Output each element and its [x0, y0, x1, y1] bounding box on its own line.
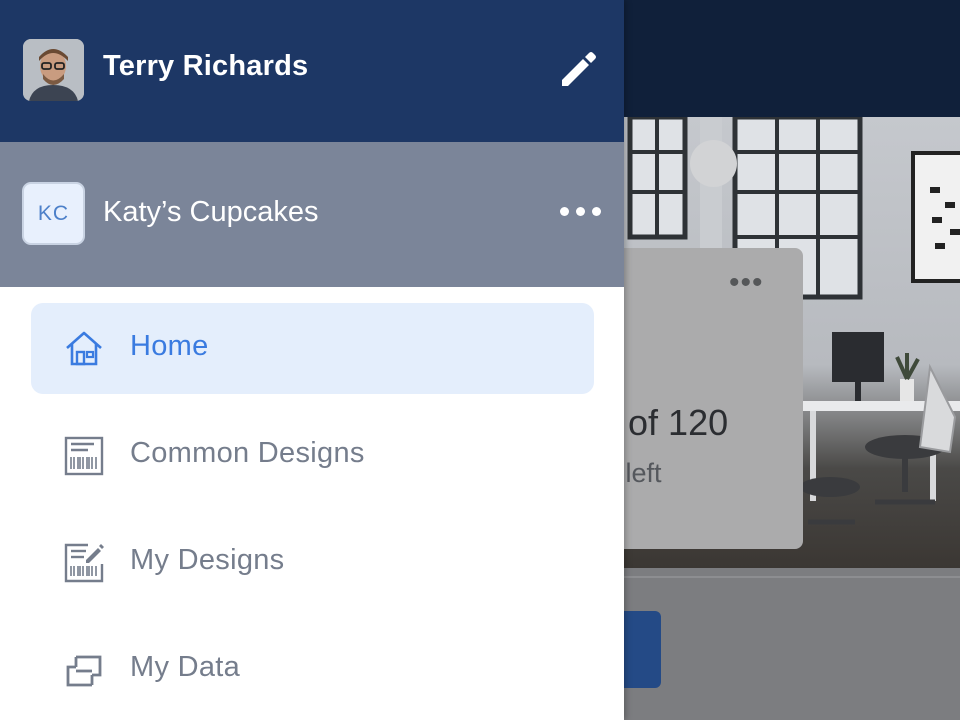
user-avatar[interactable] — [23, 39, 84, 101]
nav-item-common-designs[interactable]: Common Designs — [31, 410, 594, 501]
more-dot-icon — [559, 206, 569, 216]
barcode-label-icon — [64, 436, 104, 476]
navigation-drawer: Terry Richards KC Katy’s Cupcakes Home C… — [0, 0, 624, 720]
nav-item-label: My Designs — [130, 544, 285, 576]
data-link-icon — [66, 655, 102, 687]
user-name: Terry Richards — [103, 50, 309, 82]
nav-item-label: Common Designs — [130, 437, 365, 469]
nav-item-label: Home — [130, 330, 209, 362]
more-dot-icon — [591, 206, 601, 216]
nav-item-home[interactable]: Home — [31, 303, 594, 394]
background-card-more-icon: ••• — [729, 266, 764, 299]
background-avatar-placeholder — [690, 140, 737, 187]
drawer-profile-header: Terry Richards — [0, 0, 624, 142]
nav-item-my-data[interactable]: My Data — [31, 624, 594, 715]
account-initials-badge: KC — [22, 182, 85, 245]
user-photo-icon — [23, 39, 84, 101]
pencil-icon — [562, 52, 596, 86]
edit-profile-button[interactable] — [552, 44, 604, 96]
account-more-button[interactable] — [555, 195, 605, 227]
nav-item-label: My Data — [130, 651, 241, 683]
more-dot-icon — [575, 206, 585, 216]
house-icon — [66, 331, 102, 366]
account-name: Katy’s Cupcakes — [103, 196, 319, 228]
barcode-edit-icon — [64, 543, 104, 583]
nav-item-my-designs[interactable]: My Designs — [31, 517, 594, 608]
